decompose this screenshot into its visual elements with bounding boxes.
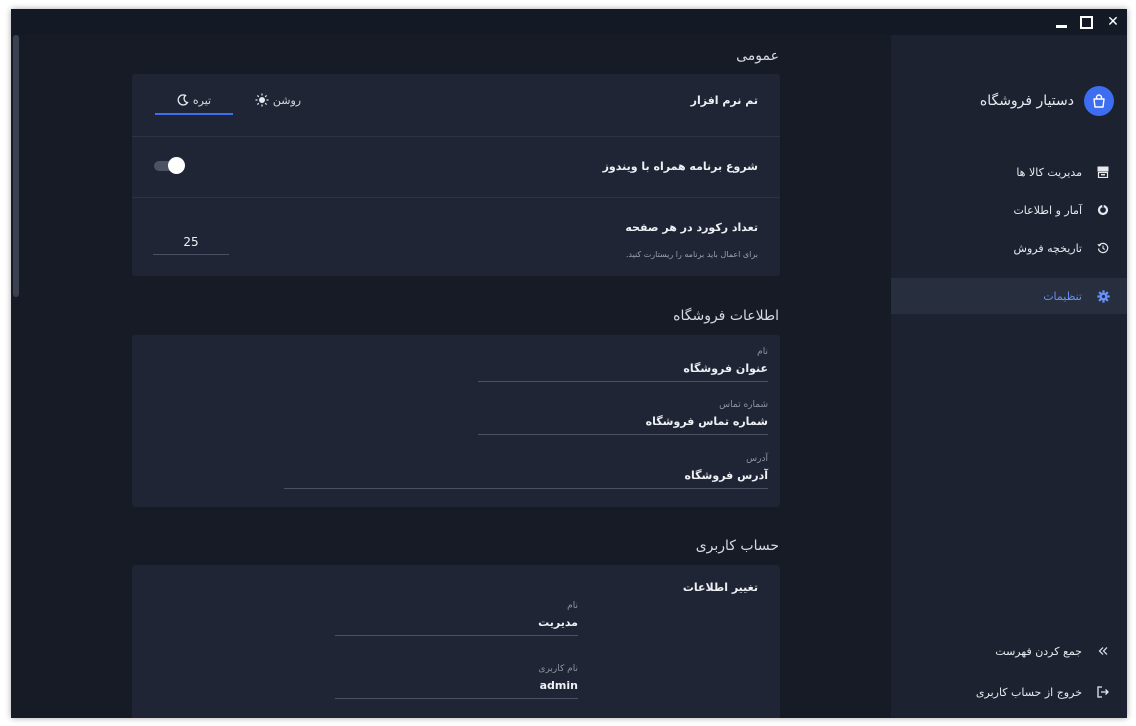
sidebar-item-label: تنظیمات <box>1043 289 1082 303</box>
username-field[interactable]: نام کاربری admin <box>335 664 578 704</box>
section-title-general: عمومی <box>736 48 779 64</box>
field-value: آدرس فروشگاه <box>684 469 768 482</box>
sun-icon <box>255 93 269 107</box>
tab-light-label: روشن <box>272 93 302 107</box>
minimize-button[interactable] <box>1049 9 1073 35</box>
field-value: شماره تماس فروشگاه <box>645 415 768 428</box>
settings-content: عمومی تم نرم افزار روشن تیره شروع برنامه… <box>11 35 891 718</box>
sidebar-item-statistics[interactable]: آمار و اطلاعات <box>891 192 1127 228</box>
section-title-account: حساب کاربری <box>695 538 779 554</box>
store-name-field[interactable]: نام عنوان فروشگاه <box>478 347 768 387</box>
divider <box>132 136 780 137</box>
field-value: admin <box>539 679 578 692</box>
field-underline <box>335 698 578 699</box>
field-label: نام <box>567 601 578 611</box>
field-value: مدیریت <box>538 616 578 629</box>
field-value: عنوان فروشگاه <box>683 362 768 375</box>
store-phone-field[interactable]: شماره تماس شماره تماس فروشگاه <box>478 400 768 440</box>
field-label: آدرس <box>746 454 768 464</box>
app-name: دستیار فروشگاه <box>979 93 1074 109</box>
account-card: تغییر اطلاعات نام مدیریت نام کاربری admi… <box>132 565 780 718</box>
toggle-knob <box>168 157 185 174</box>
section-title-store: اطلاعات فروشگاه <box>673 308 779 324</box>
sidebar-item-products[interactable]: مدیریت کالا ها <box>891 154 1127 190</box>
records-hint: برای اعمال باید برنامه را ریستارت کنید. <box>625 250 758 259</box>
account-name-field[interactable]: نام مدیریت <box>335 601 578 641</box>
app-window: ✕ عمومی تم نرم افزار روشن تیره شروع برنا… <box>11 9 1127 718</box>
brand: دستیار فروشگاه <box>980 86 1114 116</box>
inventory-icon <box>1096 165 1110 179</box>
tab-theme-light[interactable]: روشن <box>248 87 308 113</box>
field-underline <box>284 488 768 489</box>
field-underline <box>478 381 768 382</box>
sidebar: دستیار فروشگاه مدیریت کالا ها آمار و اطل… <box>891 35 1127 718</box>
startup-toggle[interactable] <box>154 157 186 174</box>
close-button[interactable]: ✕ <box>1101 9 1125 35</box>
title-bar[interactable]: ✕ <box>11 9 1127 35</box>
sidebar-item-sales-history[interactable]: تاریخچه فروش <box>891 230 1127 266</box>
collapse-menu-button[interactable]: جمع کردن فهرست <box>891 633 1127 669</box>
collapse-label: جمع کردن فهرست <box>995 644 1082 658</box>
scrollbar-thumb[interactable] <box>13 35 19 297</box>
store-address-field[interactable]: آدرس آدرس فروشگاه <box>284 454 768 494</box>
records-per-page-input[interactable]: 25 <box>153 230 229 255</box>
field-label: نام کاربری <box>538 664 578 674</box>
account-subtitle: تغییر اطلاعات <box>682 581 758 594</box>
startup-label: شروع برنامه همراه با ویندوز <box>602 160 758 173</box>
tab-dark-label: تیره <box>192 93 212 107</box>
theme-label: تم نرم افزار <box>690 94 758 107</box>
minimize-icon <box>1055 24 1067 28</box>
pie-chart-icon <box>1096 203 1110 217</box>
maximize-button[interactable] <box>1074 9 1098 35</box>
logout-icon <box>1096 685 1110 699</box>
general-card: تم نرم افزار روشن تیره شروع برنامه همراه… <box>132 74 780 276</box>
double-chevron-icon <box>1096 644 1110 658</box>
field-label: شماره تماس <box>719 400 768 410</box>
records-label: تعداد رکورد در هر صفحه <box>625 221 758 234</box>
field-underline <box>478 434 768 435</box>
sidebar-item-label: آمار و اطلاعات <box>1013 203 1082 217</box>
gear-icon <box>1096 289 1110 303</box>
field-label: نام <box>757 347 768 357</box>
sidebar-item-settings[interactable]: تنظیمات <box>891 278 1127 314</box>
logout-label: خروج از حساب کاربری <box>975 685 1082 699</box>
sidebar-item-label: تاریخچه فروش <box>1013 241 1082 255</box>
field-underline <box>335 635 578 636</box>
divider <box>132 197 780 198</box>
moon-icon <box>177 94 189 106</box>
tab-theme-dark[interactable]: تیره <box>155 87 233 115</box>
history-icon <box>1096 241 1110 255</box>
logout-button[interactable]: خروج از حساب کاربری <box>891 674 1127 710</box>
sidebar-item-label: مدیریت کالا ها <box>1016 165 1082 179</box>
shopping-bag-icon <box>1084 86 1114 116</box>
maximize-icon <box>1079 15 1093 29</box>
store-card: نام عنوان فروشگاه شماره تماس شماره تماس … <box>132 335 780 507</box>
close-icon: ✕ <box>1107 14 1119 30</box>
